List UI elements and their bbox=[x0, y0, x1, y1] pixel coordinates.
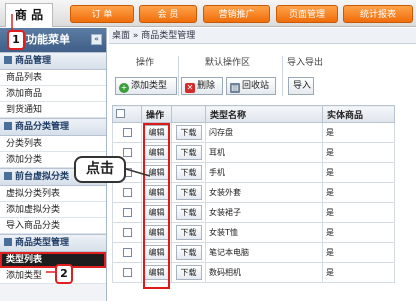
physical-cell: 是 bbox=[322, 142, 395, 163]
delete-button[interactable]: ✕ 删除 bbox=[181, 77, 223, 95]
download-button[interactable]: 下载 bbox=[175, 125, 202, 140]
click-callout: 点击 bbox=[74, 156, 126, 183]
nav-tab-reports[interactable]: 统计报表 bbox=[343, 5, 413, 23]
breadcrumb: 桌面 » 商品类型管理 bbox=[109, 28, 416, 44]
row-checkbox[interactable] bbox=[112, 262, 142, 283]
type-name-cell: 闪存盘 bbox=[205, 122, 323, 143]
download-button[interactable]: 下载 bbox=[175, 265, 202, 280]
column-header-blank bbox=[171, 105, 206, 123]
download-button[interactable]: 下载 bbox=[175, 225, 202, 240]
step-2-badge: 2 bbox=[55, 264, 73, 284]
download-button[interactable]: 下载 bbox=[175, 165, 202, 180]
collapse-icon[interactable]: « bbox=[91, 34, 102, 45]
nav-tab-members[interactable]: 会 员 bbox=[139, 5, 197, 23]
toolbar-divider bbox=[178, 56, 179, 96]
download-button[interactable]: 下载 bbox=[175, 205, 202, 220]
column-header-type-name: 类型名称 bbox=[205, 105, 323, 123]
folder-icon bbox=[4, 172, 12, 180]
step-1-badge: 1 bbox=[7, 30, 25, 50]
folder-icon bbox=[4, 238, 12, 246]
physical-cell: 是 bbox=[322, 182, 395, 203]
recycle-bin-icon: ▤ bbox=[230, 83, 240, 93]
add-type-button[interactable]: + 添加类型 bbox=[115, 77, 177, 95]
row-checkbox[interactable] bbox=[112, 202, 142, 223]
physical-cell: 是 bbox=[322, 262, 395, 283]
folder-icon bbox=[4, 122, 12, 130]
sidebar-group-category[interactable]: 商品分类管理 bbox=[0, 118, 106, 136]
type-name-cell: 女装T恤 bbox=[205, 222, 323, 243]
sidebar-item-goods-list[interactable]: 商品列表 bbox=[0, 70, 106, 86]
row-checkbox[interactable] bbox=[112, 182, 142, 203]
type-name-cell: 女装外套 bbox=[205, 182, 323, 203]
sidebar-group-goods-type[interactable]: 商品类型管理 bbox=[0, 234, 106, 252]
sidebar-item-add-goods[interactable]: 添加商品 bbox=[0, 86, 106, 102]
column-header-operate: 操作 bbox=[141, 105, 172, 123]
import-button[interactable]: 导入 bbox=[288, 77, 314, 95]
table-header-row: 操作 类型名称 实体商品 bbox=[112, 105, 395, 123]
column-header-physical: 实体商品 bbox=[322, 105, 395, 123]
row-checkbox[interactable] bbox=[112, 222, 142, 243]
physical-cell: 是 bbox=[322, 222, 395, 243]
type-name-cell: 笔记本电脑 bbox=[205, 242, 323, 263]
sidebar-item-import-category[interactable]: 导入商品分类 bbox=[0, 218, 106, 234]
edit-column-highlight bbox=[143, 123, 170, 289]
nav-tab-marketing[interactable]: 营销推广 bbox=[203, 5, 270, 23]
physical-cell: 是 bbox=[322, 122, 395, 143]
sidebar-item-category-list[interactable]: 分类列表 bbox=[0, 136, 106, 152]
physical-cell: 是 bbox=[322, 242, 395, 263]
download-button[interactable]: 下载 bbox=[175, 185, 202, 200]
sidebar-group-goods[interactable]: 商品管理 bbox=[0, 52, 106, 70]
select-all-checkbox[interactable] bbox=[112, 105, 142, 123]
row-checkbox[interactable] bbox=[112, 122, 142, 143]
physical-cell: 是 bbox=[322, 162, 395, 183]
download-button[interactable]: 下载 bbox=[175, 245, 202, 260]
sidebar-item-add-type[interactable]: 添加类型 bbox=[0, 268, 106, 284]
delete-icon: ✕ bbox=[185, 83, 195, 93]
top-nav-bar: 商 品 订 单 会 员 营销推广 页面管理 统计报表 bbox=[0, 0, 416, 27]
nav-tab-goods[interactable]: 商 品 bbox=[5, 3, 53, 27]
nav-tab-pages[interactable]: 页面管理 bbox=[276, 5, 338, 23]
sidebar-item-virtual-category-list[interactable]: 虚拟分类列表 bbox=[0, 186, 106, 202]
recycle-bin-button[interactable]: ▤ 回收站 bbox=[226, 77, 276, 95]
download-button[interactable]: 下载 bbox=[175, 145, 202, 160]
folder-icon bbox=[4, 56, 12, 64]
toolbar-import-export-heading: 导入导出 bbox=[286, 58, 323, 68]
toolbar-default-area-heading: 默认操作区 bbox=[204, 58, 250, 68]
row-checkbox[interactable] bbox=[112, 242, 142, 263]
sidebar-item-add-virtual-category[interactable]: 添加虚拟分类 bbox=[0, 202, 106, 218]
nav-tab-orders[interactable]: 订 单 bbox=[70, 5, 134, 23]
sidebar-item-type-list[interactable]: 类型列表 bbox=[0, 252, 106, 268]
type-name-cell: 女装裙子 bbox=[205, 202, 323, 223]
type-name-cell: 手机 bbox=[205, 162, 323, 183]
sidebar-item-arrival-notice[interactable]: 到货通知 bbox=[0, 102, 106, 118]
physical-cell: 是 bbox=[322, 202, 395, 223]
type-name-cell: 数码相机 bbox=[205, 262, 323, 283]
add-icon: + bbox=[119, 83, 129, 93]
type-name-cell: 耳机 bbox=[205, 142, 323, 163]
toolbar-divider bbox=[282, 56, 283, 96]
toolbar-operate-heading: 操作 bbox=[135, 58, 154, 68]
